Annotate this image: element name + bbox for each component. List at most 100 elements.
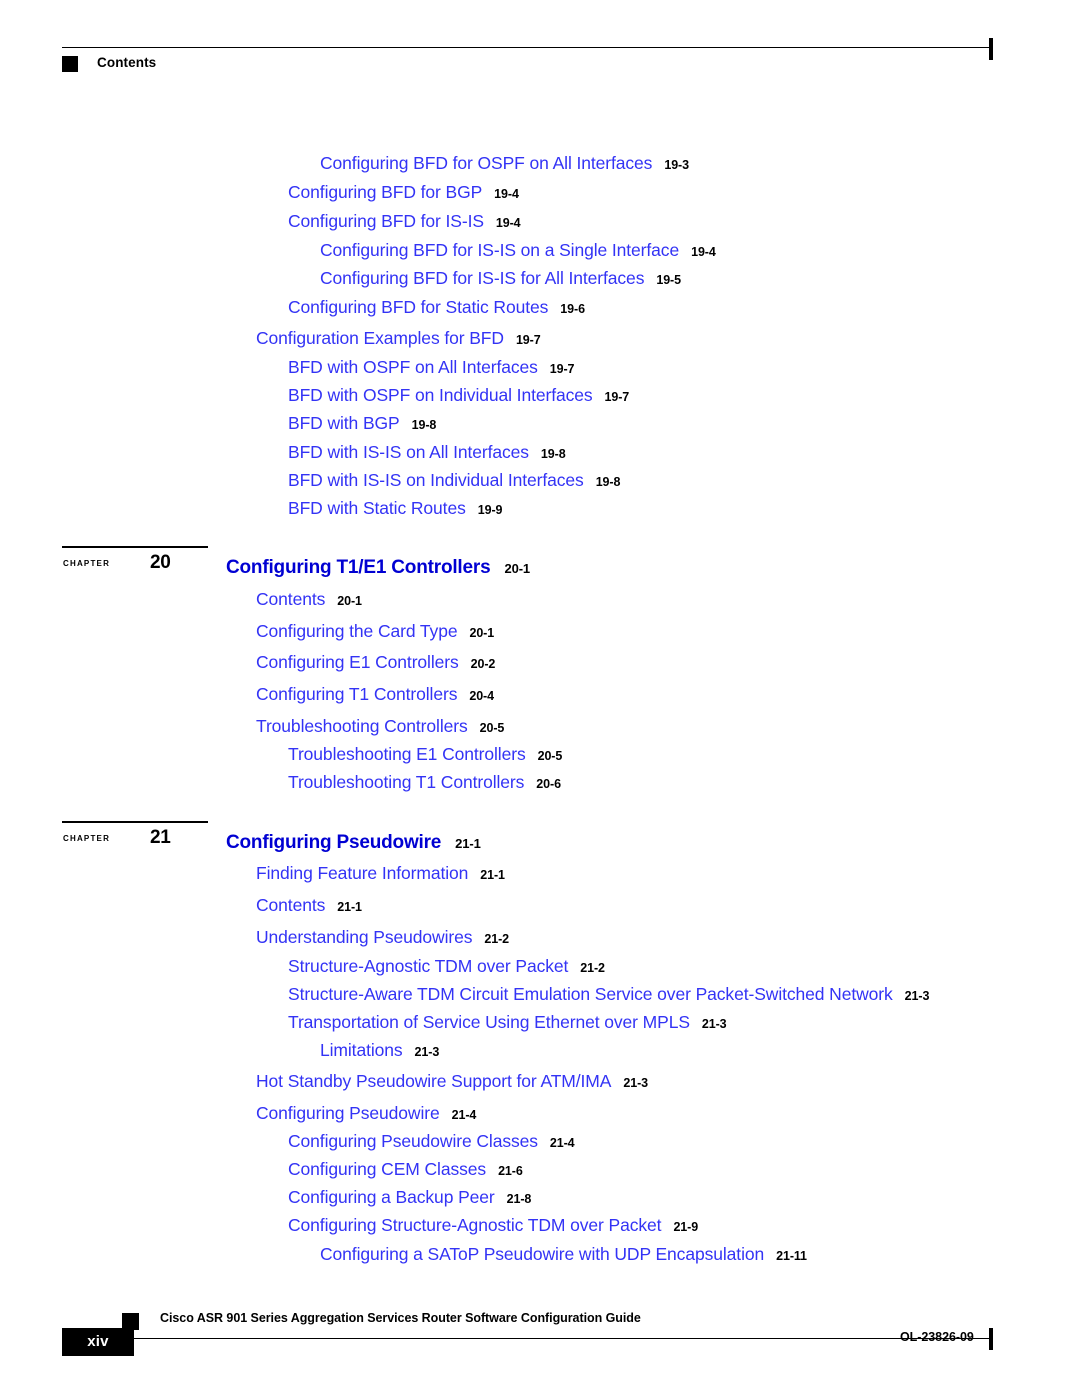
toc-entry-page-number: 21-2: [580, 961, 605, 975]
toc-entry-label[interactable]: Configuring E1 Controllers: [256, 652, 459, 672]
toc-entry-label[interactable]: Contents: [256, 895, 325, 915]
toc-entry-label[interactable]: Configuring BFD for IS-IS for All Interf…: [320, 268, 644, 288]
chapter-number: 21: [150, 827, 171, 848]
toc-entry[interactable]: Understanding Pseudowires 21-2: [256, 927, 509, 947]
toc-entry[interactable]: Limitations 21-3: [320, 1040, 440, 1060]
toc-entry-label[interactable]: BFD with BGP: [288, 413, 400, 433]
toc-entry-page-number: 21-4: [451, 1108, 477, 1122]
toc-entry[interactable]: BFD with IS-IS on Individual Interfaces 1…: [288, 470, 621, 490]
toc-entry-page-number: 20-5: [479, 721, 505, 735]
document-id: OL-23826-09: [900, 1330, 974, 1344]
toc-entry-label[interactable]: Configuring a SAToP Pseudowire with UDP …: [320, 1244, 764, 1264]
toc-entry[interactable]: Troubleshooting E1 Controllers 20-5: [288, 744, 563, 764]
toc-entry[interactable]: Hot Standby Pseudowire Support for ATM/I…: [256, 1071, 648, 1091]
toc-entry-page-number: 19-7: [604, 390, 630, 404]
toc-entry-label[interactable]: BFD with OSPF on All Interfaces: [288, 357, 538, 377]
toc-entry-label[interactable]: Understanding Pseudowires: [256, 927, 472, 947]
toc-entry-label[interactable]: Configuring Pseudowire Classes: [288, 1131, 538, 1151]
toc-entry-page-number: 21-1: [455, 836, 481, 851]
toc-entry-page-number: 20-5: [537, 749, 563, 763]
toc-entry[interactable]: Configuring BFD for IS-IS on a Single In…: [320, 240, 716, 260]
toc-entry-page-number: 21-3: [904, 989, 930, 1003]
toc-entry-label[interactable]: BFD with Static Routes: [288, 498, 466, 518]
toc-entry-label[interactable]: Troubleshooting T1 Controllers: [288, 772, 524, 792]
toc-entry[interactable]: Configuring BFD for OSPF on All Interfac…: [320, 153, 689, 173]
toc-entry-page-number: 21-6: [498, 1164, 523, 1178]
toc-entry[interactable]: Configuring E1 Controllers 20-2: [256, 652, 495, 672]
toc-entry-label[interactable]: Finding Feature Information: [256, 863, 468, 883]
toc-entry-label[interactable]: Configuring BFD for BGP: [288, 182, 482, 202]
toc-entry-label[interactable]: Configuring BFD for OSPF on All Interfac…: [320, 153, 652, 173]
toc-entry-label[interactable]: Structure-Agnostic TDM over Packet: [288, 956, 568, 976]
footer-rule-end-tick: [989, 1328, 993, 1350]
toc-entry[interactable]: Configuring a SAToP Pseudowire with UDP …: [320, 1244, 807, 1264]
toc-entry[interactable]: Configuring BFD for Static Routes 19-6: [288, 297, 585, 317]
toc-entry[interactable]: Contents 21-1: [256, 895, 362, 915]
header-divider-rule: [62, 47, 992, 48]
chapter-marker-rule: [62, 821, 208, 823]
toc-entry[interactable]: Structure-Aware TDM Circuit Emulation Se…: [288, 984, 930, 1004]
toc-entry-label[interactable]: Contents: [256, 589, 325, 609]
toc-entry-label[interactable]: Configuring the Card Type: [256, 621, 458, 641]
toc-entry-label[interactable]: Configuring Structure-Agnostic TDM over …: [288, 1215, 662, 1235]
toc-entry-label[interactable]: Configuring BFD for Static Routes: [288, 297, 548, 317]
toc-entry[interactable]: Configuring Structure-Agnostic TDM over …: [288, 1215, 698, 1235]
toc-entry-label[interactable]: Configuring CEM Classes: [288, 1159, 486, 1179]
toc-entry-page-number: 19-7: [515, 333, 541, 347]
toc-entry-page-number: 21-1: [480, 868, 505, 882]
toc-entry[interactable]: Troubleshooting T1 Controllers 20-6: [288, 772, 561, 792]
toc-entry[interactable]: Structure-Agnostic TDM over Packet 21-2: [288, 956, 605, 976]
page-number: xiv: [87, 1333, 109, 1350]
toc-entry[interactable]: BFD with OSPF on All Interfaces 19-7: [288, 357, 575, 377]
toc-entry[interactable]: Configuration Examples for BFD 19-7: [256, 328, 541, 348]
toc-chapter-entry[interactable]: Configuring T1/E1 Controllers 20-1: [226, 558, 530, 577]
toc-entry[interactable]: Configuring BFD for BGP 19-4: [288, 182, 519, 202]
toc-entry-label[interactable]: Configuring T1 Controllers: [256, 684, 457, 704]
toc-entry[interactable]: Troubleshooting Controllers 20-5: [256, 716, 505, 736]
toc-entry-page-number: 21-8: [506, 1192, 532, 1206]
toc-entry[interactable]: Contents 20-1: [256, 589, 362, 609]
toc-entry-page-number: 21-3: [414, 1045, 440, 1059]
header-rule-end-tick: [989, 38, 993, 60]
toc-entry-page-number: 20-6: [536, 777, 561, 791]
toc-entry[interactable]: Configuring the Card Type 20-1: [256, 621, 494, 641]
toc-entry-label[interactable]: Configuring BFD for IS-IS on a Single In…: [320, 240, 679, 260]
toc-entry[interactable]: BFD with Static Routes 19-9: [288, 498, 502, 518]
toc-entry-label[interactable]: BFD with IS-IS on All Interfaces: [288, 442, 529, 462]
toc-entry[interactable]: Finding Feature Information 21-1: [256, 863, 505, 883]
toc-entry[interactable]: Configuring BFD for IS-IS for All Interf…: [320, 268, 681, 288]
toc-entry-label[interactable]: Troubleshooting Controllers: [256, 716, 468, 736]
toc-entry-label[interactable]: Hot Standby Pseudowire Support for ATM/I…: [256, 1071, 611, 1091]
toc-entry-label[interactable]: Transportation of Service Using Ethernet…: [288, 1012, 690, 1032]
toc-entry-label[interactable]: Configuring Pseudowire: [256, 1103, 440, 1123]
toc-entry[interactable]: Configuring Pseudowire Classes 21-4: [288, 1131, 575, 1151]
toc-entry-label[interactable]: Structure-Aware TDM Circuit Emulation Se…: [288, 984, 893, 1004]
toc-entry[interactable]: Configuring CEM Classes 21-6: [288, 1159, 523, 1179]
toc-entry[interactable]: Configuring Pseudowire 21-4: [256, 1103, 477, 1123]
toc-entry[interactable]: Configuring a Backup Peer 21-8: [288, 1187, 532, 1207]
toc-entry-label[interactable]: BFD with IS-IS on Individual Interfaces: [288, 470, 584, 490]
toc-entry-label[interactable]: Configuring T1/E1 Controllers: [226, 557, 491, 578]
toc-entry[interactable]: Configuring BFD for IS-IS 19-4: [288, 211, 521, 231]
toc-entry-label[interactable]: Configuring Pseudowire: [226, 832, 441, 853]
toc-chapter-entry[interactable]: Configuring Pseudowire 21-1: [226, 833, 481, 852]
toc-entry-page-number: 19-3: [664, 158, 689, 172]
black-square-icon: [122, 1313, 139, 1330]
toc-entry[interactable]: BFD with IS-IS on All Interfaces 19-8: [288, 442, 566, 462]
toc-entry-label[interactable]: Troubleshooting E1 Controllers: [288, 744, 526, 764]
toc-entry-label[interactable]: BFD with OSPF on Individual Interfaces: [288, 385, 593, 405]
toc-entry[interactable]: Transportation of Service Using Ethernet…: [288, 1012, 727, 1032]
black-square-icon: [62, 56, 78, 72]
toc-entry-label[interactable]: Configuration Examples for BFD: [256, 328, 504, 348]
toc-entry-page-number: 19-8: [595, 475, 621, 489]
toc-entry-label[interactable]: Configuring BFD for IS-IS: [288, 211, 484, 231]
toc-entry[interactable]: Configuring T1 Controllers 20-4: [256, 684, 494, 704]
toc-entry[interactable]: BFD with BGP 19-8: [288, 413, 437, 433]
guide-title: Cisco ASR 901 Series Aggregation Service…: [160, 1311, 641, 1325]
toc-entry-label[interactable]: Configuring a Backup Peer: [288, 1187, 495, 1207]
toc-entry-page-number: 19-8: [411, 418, 437, 432]
toc-entry[interactable]: BFD with OSPF on Individual Interfaces 19…: [288, 385, 630, 405]
footer-divider-rule: [62, 1338, 992, 1339]
toc-entry-label[interactable]: Limitations: [320, 1040, 403, 1060]
toc-entry-page-number: 19-4: [495, 216, 521, 230]
